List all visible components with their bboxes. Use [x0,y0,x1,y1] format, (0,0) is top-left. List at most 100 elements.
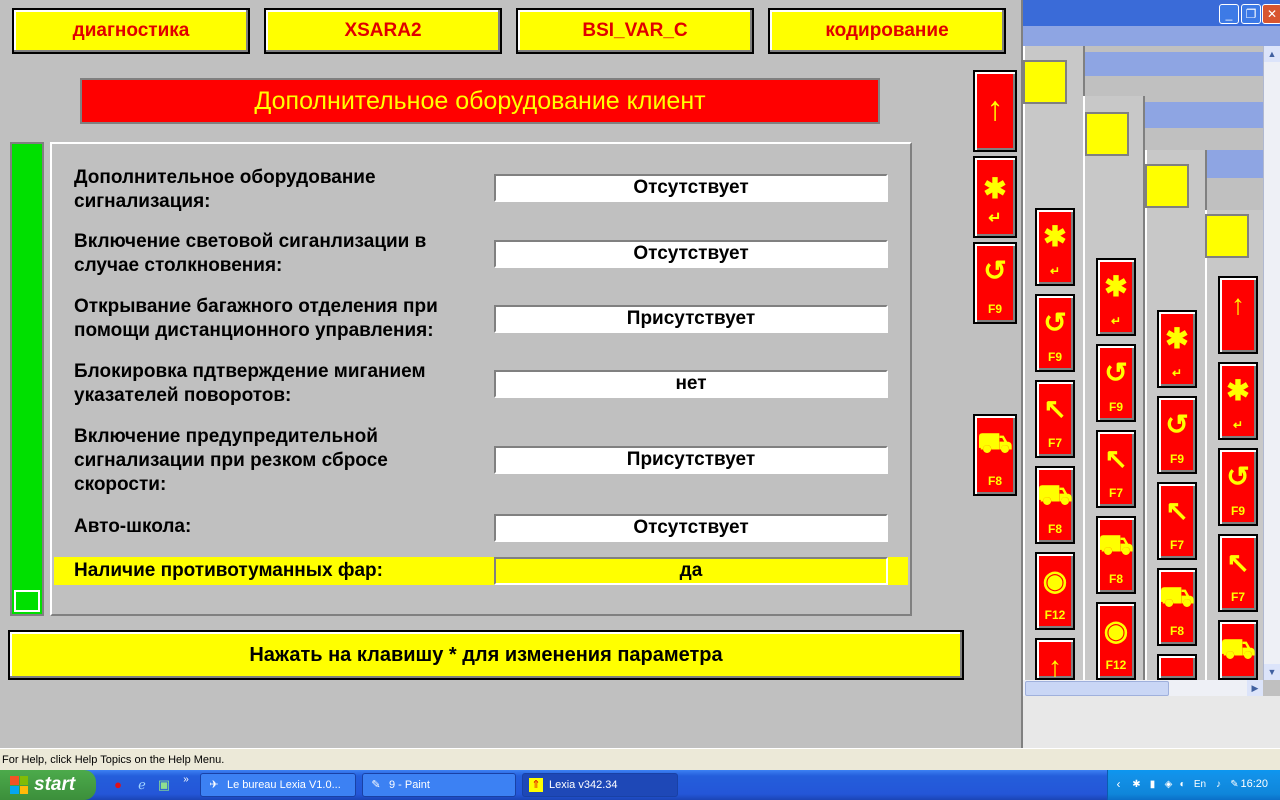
bg-confirm-key: ✱ ↵ [1096,258,1136,336]
bg-f12-key: ◉ F12 [1096,602,1136,680]
bg-f8-key: ⛟ F8 [1157,568,1197,646]
coding-tab-button[interactable]: кодирование [768,8,1006,54]
parameter-row[interactable]: Включение световой сиганлизации в случае … [52,230,910,282]
parameter-label: Наличие противотуманных фар: [74,560,383,581]
tray-collapse-icon[interactable]: ‹ [1112,778,1125,791]
start-label: start [34,774,76,795]
parameter-row[interactable]: Авто-школа: Отсутствует [52,512,910,544]
vehicle-model-button[interactable]: XSARA2 [264,8,502,54]
scroll-right-arrow-icon[interactable]: ▶ [1247,680,1263,696]
parameter-value[interactable]: Отсутствует [494,240,888,268]
parameter-value[interactable]: Отсутствует [494,174,888,202]
parameter-label: Дополнительное оборудование сигнализация: [74,167,376,212]
quicklaunch-app-icon[interactable]: ▣ [156,777,172,793]
confirm-key-button[interactable]: ✱ ↵ [973,156,1017,238]
up-key-button[interactable]: ↑ [973,70,1017,152]
instruction-banner: Нажать на клавишу * для изменения параме… [8,630,964,680]
parameter-panel: Дополнительное оборудование сигнализация:… [50,142,912,616]
background-vertical-scrollbar[interactable]: ▲ ▼ [1263,46,1280,680]
undo-icon: ↺ [983,255,1007,286]
taskbar: start ● ℯ ▣ » ✈ Le bureau Lexia V1.0... … [0,770,1280,800]
bg-f8-key: ⛟ F8 [1096,516,1136,594]
background-horizontal-scrollbar[interactable]: ▶ [1023,680,1263,696]
taskbar-item-active[interactable]: ⇑ Lexia v342.34 [522,773,678,797]
lexia-desktop-icon: ✈ [209,779,219,791]
start-button[interactable]: start [0,770,96,800]
network-icon[interactable]: ◈ [1162,778,1175,791]
arrow-up-left-icon: ↖ [1104,443,1128,474]
bg-f7-key: ↖ F7 [1096,430,1136,508]
parameter-row[interactable]: Блокировка пдтверждение миганием указател… [52,360,910,412]
parameter-value[interactable]: Присутствует [494,305,888,333]
language-indicator[interactable]: En [1192,778,1208,791]
parameter-label: Включение световой сиганлизации в случае … [74,231,427,276]
asterisk-enter-icon: ✱ [983,173,1007,204]
back-key-label: F9 [987,302,1002,316]
taskbar-item[interactable]: ✈ Le bureau Lexia V1.0... [200,773,356,797]
arrow-up-left-icon: ↖ [1165,495,1189,526]
parameter-label: Авто-школа: [74,516,192,537]
bg-f7-key: ↖ F7 [1035,380,1075,458]
car-icon: ⛟ [1098,529,1134,560]
parameter-value[interactable]: Присутствует [494,446,888,474]
parameter-value[interactable]: нет [494,370,888,398]
scroll-position-knob[interactable] [14,590,40,612]
parameter-value[interactable]: Отсутствует [494,514,888,542]
bg-f8-key: ⛟ [1218,620,1258,680]
asterisk-enter-icon: ✱ [1226,375,1250,406]
parameter-row[interactable]: Дополнительное оборудование сигнализация:… [52,164,910,216]
windows-logo-icon [10,776,28,794]
undo-icon: ↺ [1165,409,1189,440]
bg-confirm-key: ✱ ↵ [1218,362,1258,440]
parameter-value[interactable]: да [494,557,888,585]
scroll-position-bar[interactable] [10,142,44,616]
car-icon: ⛟ [1159,581,1195,612]
quicklaunch-overflow-icon[interactable]: » [178,772,194,788]
asterisk-enter-icon: ✱ [1104,271,1128,302]
help-key-label: F8 [987,474,1002,488]
asterisk-enter-icon: ✱ [1043,221,1067,252]
background-window-titlebar: _ ❐ ✕ [1023,0,1280,26]
page-title: Дополнительное оборудование клиент [80,78,880,124]
internet-explorer-icon[interactable]: ℯ [134,777,150,793]
bg-back-key: ↺ F9 [1157,396,1197,474]
clock: 16:20 [1240,778,1268,790]
parameter-label: Включение предупредительной сигнализации … [74,426,388,495]
lexia-app-icon: ⇑ [529,778,543,792]
scroll-up-arrow-icon[interactable]: ▲ [1264,46,1280,62]
undo-icon: ↺ [1043,307,1067,338]
tray-app-icon[interactable]: ✱ [1130,778,1143,791]
bg-f7-key: ↖ F7 [1157,482,1197,560]
parameter-label: Блокировка пдтверждение миганием указател… [74,361,426,406]
minimize-icon[interactable]: _ [1219,4,1239,24]
arrow-up-left-icon: ↖ [1226,547,1250,578]
taskbar-item[interactable]: ✎ 9 - Paint [362,773,516,797]
asterisk-enter-icon: ✱ [1165,323,1189,354]
diagnostics-tab-button[interactable]: диагностика [12,8,250,54]
arrow-up-icon: ↑ [1048,651,1062,682]
close-icon[interactable]: ✕ [1262,4,1280,24]
opera-icon[interactable]: ● [110,777,126,793]
arrow-up-left-icon: ↖ [1043,393,1067,424]
parameter-row-selected[interactable]: Наличие противотуманных фар: да [54,557,908,585]
bg-back-key: ↺ F9 [1096,344,1136,422]
help-f8-key-button[interactable]: ⛟ F8 [973,414,1017,496]
tray-tool-icon[interactable]: ✎ [1228,778,1241,791]
back-f9-key-button[interactable]: ↺ F9 [973,242,1017,324]
battery-icon[interactable]: ▮ [1146,778,1159,791]
bg-confirm-key: ✱ ↵ [1035,208,1075,286]
maximize-icon[interactable]: ❐ [1241,4,1261,24]
parameter-row[interactable]: Открывание багажного отделения при помощи… [52,295,910,347]
scroll-thumb[interactable] [1025,681,1169,696]
parameter-label: Открывание багажного отделения при помощи… [74,296,438,341]
car-icon: ⛟ [1220,633,1256,664]
scroll-down-arrow-icon[interactable]: ▼ [1264,664,1280,680]
car-icon: ⛟ [977,427,1013,458]
car-icon: ⛟ [1037,479,1073,510]
security-icon[interactable]: ◐ [1176,778,1189,791]
speaker-icon[interactable]: ♪ [1212,778,1225,791]
ecu-name-button[interactable]: BSI_VAR_C [516,8,754,54]
parameter-row[interactable]: Включение предупредительной сигнализации … [52,425,910,499]
arrow-up-icon: ↑ [986,90,1004,128]
system-tray: ‹ ✱ ▮ ◈ ◐ En ♪ ✎ 16:20 [1107,770,1280,800]
